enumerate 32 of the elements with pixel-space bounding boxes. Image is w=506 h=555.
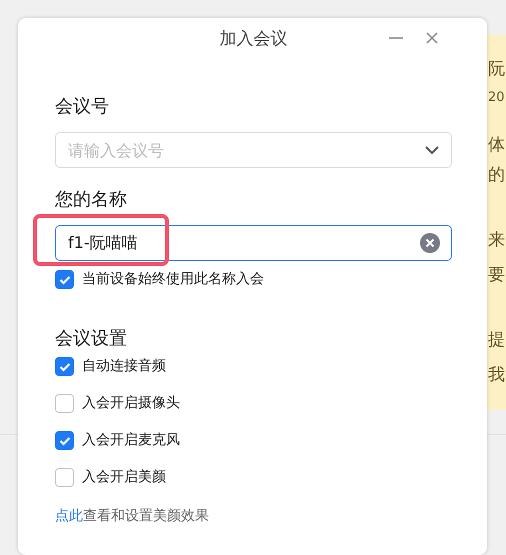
checkmark-icon xyxy=(58,274,70,284)
meeting-id-field[interactable]: 请输入会议号 xyxy=(55,132,452,168)
checkbox[interactable] xyxy=(55,431,74,450)
name-field[interactable]: f1-阮喵喵 xyxy=(55,225,452,261)
field-label: 您的名称 xyxy=(55,191,128,209)
beauty-settings-hint: 点此查看和设置美颜效果 xyxy=(55,507,210,526)
checkbox-label: 入会开启美颜 xyxy=(82,468,166,487)
note-text: 来 xyxy=(488,232,506,249)
checkbox-label: 当前设备始终使用此名称入会 xyxy=(82,270,264,289)
checkbox-label: 入会开启麦克风 xyxy=(82,431,180,450)
note-text: 20 xyxy=(488,91,506,104)
dialog-title: 加入会议 xyxy=(220,28,288,52)
clear-icon[interactable] xyxy=(420,233,440,253)
note-text: 提 xyxy=(488,332,506,349)
click-here-link[interactable]: 点此 xyxy=(55,508,83,524)
close-icon[interactable] xyxy=(424,30,440,46)
chevron-down-icon[interactable] xyxy=(424,145,440,155)
note-text: 体 xyxy=(488,137,506,154)
note-text: 的 xyxy=(488,167,506,184)
checkmark-icon xyxy=(58,362,70,372)
note-text: 要 xyxy=(488,267,506,284)
section-heading: 会议设置 xyxy=(55,330,128,348)
note-text: 我 xyxy=(488,367,506,384)
field-label: 会议号 xyxy=(55,98,110,116)
checkbox[interactable] xyxy=(55,468,74,487)
checkbox[interactable] xyxy=(55,270,74,289)
checkmark-icon xyxy=(58,436,70,446)
checkbox-label: 入会开启摄像头 xyxy=(82,394,180,413)
note-text: 阮 xyxy=(488,61,506,78)
checkbox[interactable] xyxy=(55,394,74,413)
checkbox-label: 自动连接音频 xyxy=(82,357,166,376)
checkbox[interactable] xyxy=(55,357,74,376)
